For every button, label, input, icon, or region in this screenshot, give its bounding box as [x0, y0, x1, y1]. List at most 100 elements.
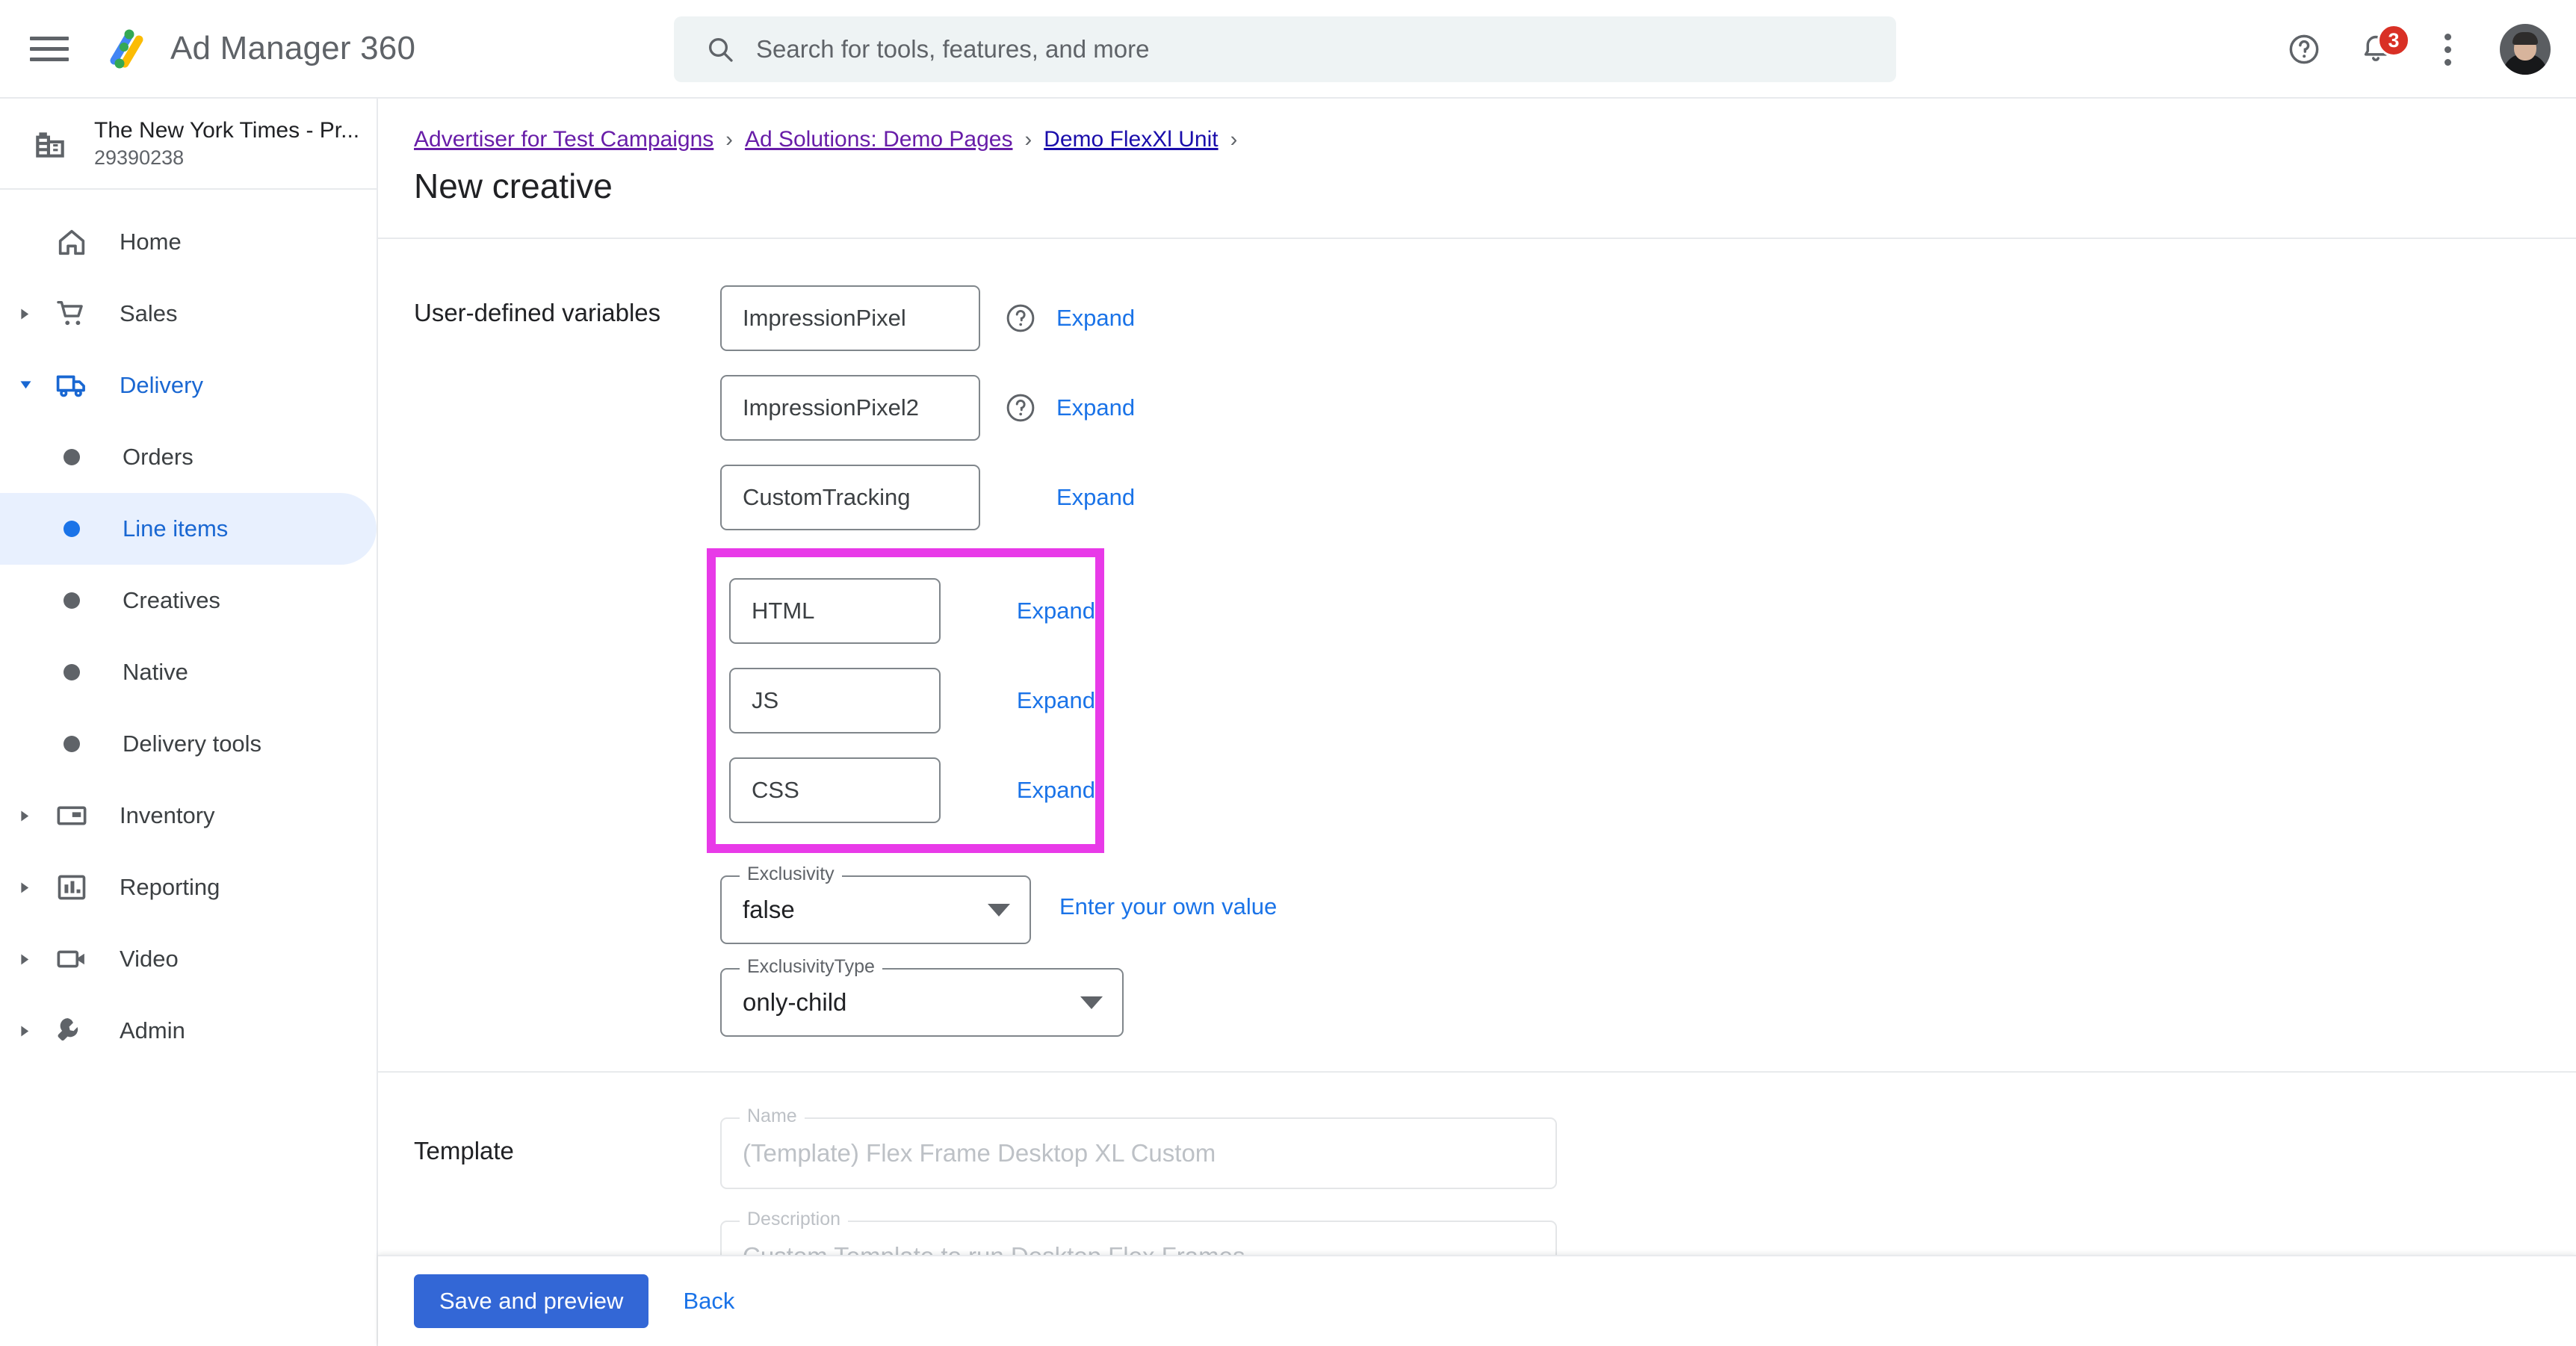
building-icon — [31, 125, 69, 162]
search-icon — [705, 34, 735, 64]
sidebar-item-delivery[interactable]: Delivery — [0, 350, 377, 421]
sidebar: The New York Times - Pr... 29390238 Home — [0, 99, 378, 1346]
main-content: Advertiser for Test Campaigns › Ad Solut… — [378, 99, 2576, 1346]
expand-link[interactable]: Expand — [1017, 687, 1095, 714]
sidebar-item-sales[interactable]: Sales — [0, 278, 377, 350]
brand-home-link[interactable]: Ad Manager 360 — [102, 24, 415, 73]
hamburger-line — [30, 57, 69, 61]
account-selector[interactable]: The New York Times - Pr... 29390238 — [0, 99, 377, 188]
app-title: Ad Manager 360 — [170, 30, 416, 66]
wrench-icon — [49, 1014, 94, 1048]
sidebar-nav: Home Sales Delivery Orders Line items Cr… — [0, 190, 377, 1067]
variable-input-impressionpixel[interactable]: ImpressionPixel — [720, 285, 980, 351]
more-vertical-icon[interactable] — [2412, 13, 2483, 85]
sidebar-item-reporting[interactable]: Reporting — [0, 852, 377, 923]
top-bar-actions: 3 — [2268, 0, 2551, 99]
sidebar-item-label: Reporting — [120, 874, 220, 900]
breadcrumb-item-ad-solutions[interactable]: Ad Solutions: Demo Pages — [745, 127, 1013, 152]
expand-link[interactable]: Expand — [1017, 777, 1095, 804]
sidebar-item-label: Video — [120, 946, 179, 972]
sidebar-item-label: Creatives — [123, 587, 220, 613]
hamburger-line — [30, 36, 69, 40]
breadcrumb-item-advertiser[interactable]: Advertiser for Test Campaigns — [414, 127, 713, 152]
breadcrumb-separator: › — [1024, 127, 1032, 152]
exclusivity-value: false — [743, 896, 795, 923]
section-label: User-defined variables — [414, 299, 661, 326]
dot-icon — [49, 664, 94, 680]
user-defined-variables-body: ImpressionPixel Expand ImpressionPixel2 — [707, 273, 2576, 1037]
dot-icon — [49, 449, 94, 465]
form-action-bar: Save and preview Back — [378, 1255, 2576, 1346]
notifications-bell-icon[interactable]: 3 — [2340, 13, 2412, 85]
bar-chart-icon — [49, 870, 94, 905]
enter-own-value-link[interactable]: Enter your own value — [1059, 893, 1277, 920]
ad-manager-logo-icon — [102, 24, 151, 73]
variable-input-js[interactable]: JS — [729, 668, 941, 734]
sidebar-item-video[interactable]: Video — [0, 923, 377, 995]
dot — [2444, 46, 2451, 53]
chevron-right-icon[interactable] — [12, 881, 39, 894]
creative-form-card: User-defined variables ImpressionPixel E… — [378, 238, 2576, 1328]
sidebar-item-label: Line items — [123, 515, 229, 542]
dot-icon — [49, 521, 94, 537]
home-icon — [49, 225, 94, 259]
dot-icon — [49, 736, 94, 752]
search-input[interactable]: Search for tools, features, and more — [674, 16, 1896, 82]
exclusivity-type-label: ExclusivityType — [740, 956, 882, 978]
breadcrumb-item-demo-flexxl-unit[interactable]: Demo FlexXl Unit — [1044, 127, 1218, 152]
inventory-icon — [49, 798, 94, 833]
dot-icon — [49, 592, 94, 609]
sidebar-item-admin[interactable]: Admin — [0, 995, 377, 1067]
variable-input-impressionpixel2[interactable]: ImpressionPixel2 — [720, 375, 980, 441]
sidebar-item-orders[interactable]: Orders — [0, 421, 377, 493]
exclusivity-select[interactable]: Exclusivity false — [720, 863, 1031, 944]
save-and-preview-button[interactable]: Save and preview — [414, 1274, 649, 1328]
expand-link[interactable]: Expand — [1056, 394, 1135, 421]
variable-row-impressionpixel2: ImpressionPixel2 Expand — [720, 363, 2576, 453]
breadcrumb: Advertiser for Test Campaigns › Ad Solut… — [378, 99, 2576, 152]
sidebar-item-home[interactable]: Home — [0, 206, 377, 278]
back-button[interactable]: Back — [683, 1288, 734, 1315]
help-circle-icon[interactable] — [2268, 13, 2340, 85]
variable-row-impressionpixel: ImpressionPixel Expand — [720, 273, 2576, 363]
page-title: New creative — [414, 167, 613, 205]
chevron-right-icon[interactable] — [12, 810, 39, 822]
avatar-hair — [2512, 32, 2538, 45]
truck-icon — [49, 368, 94, 403]
hamburger-menu-icon[interactable] — [30, 34, 69, 63]
chevron-right-icon[interactable] — [12, 1025, 39, 1038]
sidebar-item-label: Home — [120, 229, 182, 255]
chevron-down-icon[interactable] — [12, 380, 39, 391]
sidebar-item-label: Inventory — [120, 802, 215, 828]
expand-link[interactable]: Expand — [1056, 305, 1135, 332]
variable-input-customtracking[interactable]: CustomTracking — [720, 465, 980, 530]
sidebar-item-label: Delivery — [120, 372, 203, 398]
user-avatar[interactable] — [2500, 24, 2551, 75]
help-circle-icon[interactable] — [1004, 391, 1037, 424]
sidebar-item-inventory[interactable]: Inventory — [0, 780, 377, 852]
sidebar-item-line-items[interactable]: Line items — [0, 493, 377, 565]
help-circle-icon[interactable] — [1004, 302, 1037, 335]
notification-badge-count: 3 — [2377, 24, 2410, 57]
sidebar-item-delivery-tools[interactable]: Delivery tools — [0, 708, 377, 780]
account-id: 29390238 — [94, 146, 185, 169]
chevron-right-icon[interactable] — [12, 308, 39, 320]
chevron-down-icon — [1080, 996, 1103, 1009]
account-name: The New York Times - Pr... — [94, 117, 360, 143]
expand-link[interactable]: Expand — [1017, 598, 1095, 624]
template-name-field: Name (Template) Flex Frame Desktop XL Cu… — [720, 1105, 1557, 1189]
exclusivity-type-select[interactable]: ExclusivityType only-child — [720, 956, 1124, 1037]
variable-row-html: HTML Expand — [716, 566, 1095, 656]
sidebar-item-creatives[interactable]: Creatives — [0, 565, 377, 636]
expand-link[interactable]: Expand — [1056, 484, 1135, 511]
variable-input-html[interactable]: HTML — [729, 578, 941, 644]
variable-input-css[interactable]: CSS — [729, 757, 941, 823]
chevron-down-icon — [988, 903, 1010, 917]
chevron-right-icon[interactable] — [12, 953, 39, 966]
highlight-annotation-box: HTML Expand JS Expand CSS Expand — [707, 548, 1104, 853]
breadcrumb-separator: › — [1230, 127, 1238, 152]
exclusivity-type-value: only-child — [743, 988, 847, 1016]
sidebar-item-label: Admin — [120, 1017, 185, 1043]
sidebar-item-label: Delivery tools — [123, 731, 262, 757]
sidebar-item-native[interactable]: Native — [0, 636, 377, 708]
